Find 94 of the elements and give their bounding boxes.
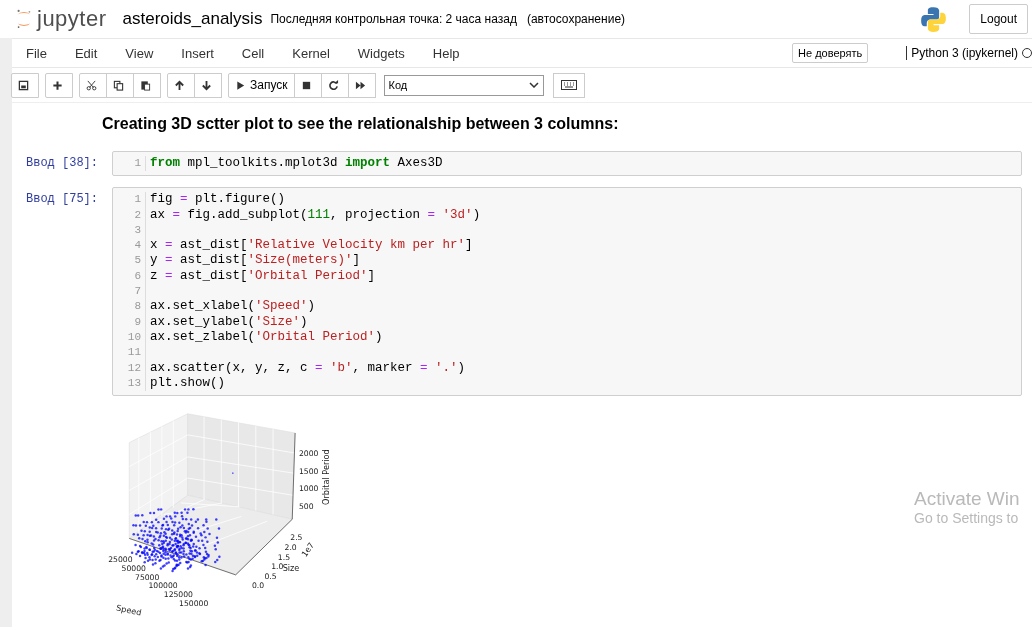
line-number: 10 [127, 329, 141, 345]
y-tick-label: 0.0 [251, 581, 265, 591]
autosave-status: (автосохранение) [526, 12, 626, 26]
arrow-down-icon [201, 79, 212, 91]
plus-icon [52, 79, 63, 91]
y-tick-label: 1.0 [271, 562, 284, 572]
copy-icon [113, 79, 124, 91]
toolbar-button[interactable] [320, 72, 349, 98]
y-tick-label: 0.5 [264, 571, 277, 581]
markdown-heading: Creating 3D sctter plot to see the relationalship between 3 columns: [102, 115, 619, 132]
stop-icon [300, 79, 312, 91]
x-tick-label: 150000 [179, 598, 209, 608]
x-tick-label: 75000 [135, 572, 160, 582]
toolbar-button[interactable] [11, 72, 39, 98]
python-logo-icon [920, 5, 948, 33]
line-number: 5 [134, 253, 141, 269]
code-line: ax.set_xlabel('Speed') [150, 299, 316, 314]
x-tick-label: 100000 [148, 581, 178, 591]
z-tick-label: 2000 [298, 449, 319, 459]
line-number: 3 [134, 222, 141, 238]
keyboard-icon [560, 80, 577, 90]
input-prompt: Ввод [75]: [26, 191, 99, 207]
z-axis-label: Orbital Period [320, 449, 331, 506]
code-line: plt.show() [150, 375, 225, 390]
paste-icon [140, 79, 151, 91]
code-line: ax.set_zlabel('Orbital Period') [150, 329, 383, 344]
line-number: 12 [127, 360, 141, 376]
toolbar-button[interactable] [167, 72, 195, 98]
y-axis-label: Size [282, 563, 300, 574]
arrow-up-icon [174, 79, 185, 91]
menu-item[interactable]: Edit [74, 45, 116, 61]
input-prompt: Ввод [38]: [26, 155, 99, 170]
y-tick-label: 2.5 [290, 533, 303, 543]
checkpoint-status: Последняя контрольная точка: 2 часа назад [270, 12, 517, 26]
line-number: 1 [134, 192, 141, 208]
x-axis-label: Speed [115, 602, 143, 618]
line-number: 13 [127, 375, 141, 391]
scissors-icon [86, 79, 97, 91]
jupyter-logo[interactable]: jupyter [15, 6, 107, 32]
line-number: 9 [134, 314, 141, 330]
x-tick-label: 125000 [163, 590, 193, 600]
toolbar-button[interactable] [106, 72, 134, 98]
toolbar-button[interactable] [45, 72, 73, 98]
fast-forward-icon [354, 79, 366, 91]
jupyter-logo-icon [15, 8, 33, 30]
code-line: from mpl_toolkits.mplot3d import Axes3D [150, 156, 443, 170]
refresh-icon [327, 79, 339, 91]
line-number: 2 [134, 207, 141, 223]
jupyter-logo-text: jupyter [37, 6, 107, 32]
line-number: 1 [134, 156, 141, 171]
y-tick-label: 2.0 [284, 543, 297, 553]
run-button[interactable]: Запуск [228, 72, 295, 98]
logout-button[interactable]: Logout [969, 4, 1028, 34]
toolbar-button[interactable] [347, 72, 376, 98]
toolbar-button[interactable] [552, 72, 585, 98]
line-number: 11 [127, 345, 141, 361]
line-number: 7 [134, 284, 141, 300]
code-line: ax.scatter(x, y, z, c = 'b', marker = '.') [150, 360, 466, 375]
x-tick-label: 50000 [121, 564, 146, 574]
menu-item[interactable]: Help [432, 45, 478, 61]
activation-notice-title: Activate Win [914, 488, 1020, 510]
y-tick-label: 1.5 [277, 552, 291, 562]
cell-type-dropdown[interactable]: Код [383, 74, 544, 96]
play-icon [235, 79, 246, 91]
menu-item[interactable]: Widgets [357, 45, 423, 61]
menu-item[interactable]: Cell [241, 45, 283, 61]
menu-item[interactable]: File [26, 45, 65, 61]
z-tick-label: 1000 [298, 484, 319, 494]
code-line: y = ast_dist['Size(meters)'] [150, 253, 361, 268]
line-number: 6 [134, 268, 141, 284]
menu-item[interactable]: Kernel [292, 45, 348, 61]
code-line: fig = plt.figure() [150, 192, 286, 207]
toolbar-button[interactable] [293, 72, 322, 98]
kernel-name[interactable]: Python 3 (ipykernel) [906, 46, 1018, 60]
z-tick-label: 1500 [298, 467, 319, 477]
caret-icon [528, 82, 539, 88]
line-number: 8 [134, 299, 141, 315]
code-editor[interactable]: 1 from mpl_toolkits.mplot3d import Axes3D [112, 151, 1022, 177]
menu-item[interactable]: View [125, 45, 172, 61]
z-tick-label: 500 [298, 501, 314, 511]
notebook-name[interactable]: asteroids_analysis [122, 9, 263, 29]
code-line: ax.set_ylabel('Size') [150, 314, 308, 329]
menu-item[interactable]: Insert [181, 45, 232, 61]
code-line: z = ast_dist['Orbital Period'] [150, 268, 376, 283]
save-icon [18, 79, 29, 91]
line-number: 4 [134, 238, 141, 254]
code-line: x = ast_dist['Relative Velocity km per hr'] [150, 238, 473, 253]
code-line: ax = fig.add_subplot(111, projection = '3d') [150, 207, 481, 222]
activation-notice-text: Go to Settings to [914, 510, 1020, 526]
toolbar-button[interactable] [194, 72, 222, 98]
x-tick-label: 25000 [108, 555, 133, 565]
trust-button[interactable]: Не доверять [792, 43, 869, 63]
code-editor[interactable] [112, 187, 1022, 397]
toolbar-button[interactable] [133, 72, 161, 98]
